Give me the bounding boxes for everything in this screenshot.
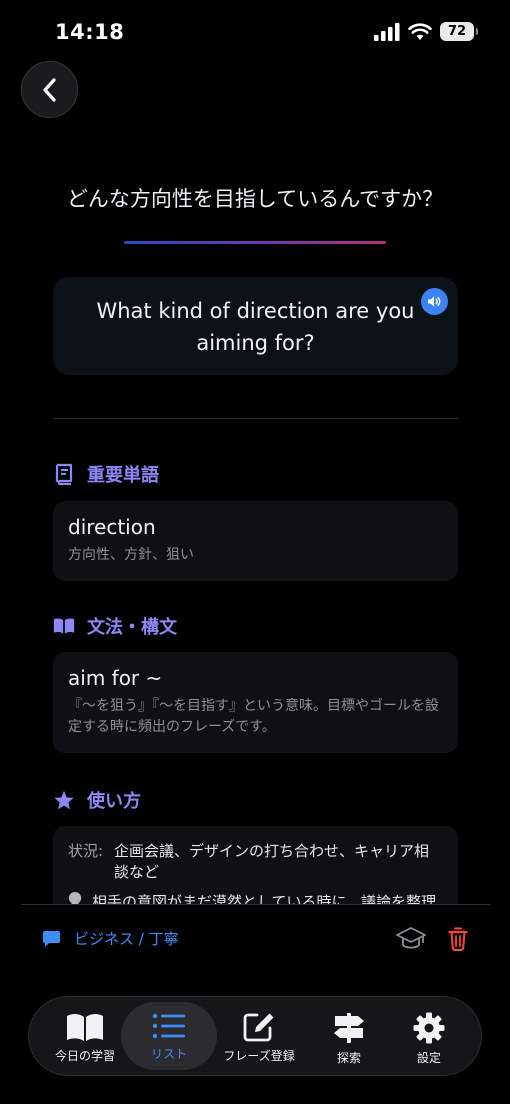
speaker-icon <box>428 296 441 307</box>
tab-explore-label: 探索 <box>336 1051 361 1065</box>
vocab-section-title: 重要単語 <box>87 465 159 486</box>
book-icon <box>53 463 75 485</box>
edit-icon <box>243 1013 274 1042</box>
signal-icon <box>374 22 400 41</box>
vocab-word: direction <box>68 515 156 539</box>
trash-icon <box>448 927 468 951</box>
footer-divider <box>21 904 490 905</box>
tab-register-phrase[interactable]: フレーズ登録 <box>211 1002 307 1070</box>
grammar-section-header: 文法・構文 <box>53 613 177 639</box>
battery-icon: 72 <box>440 22 478 41</box>
situation-label: 状況: <box>68 842 104 860</box>
usage-section-header: 使い方 <box>53 787 141 813</box>
grammar-explanation: 『〜を狙う』『〜を目指す』という意味。目標やゴールを設定する時に頻出のフレーズで… <box>68 698 439 735</box>
usage-tip-row: 相手の意図がまだ漠然としている時に、議論を整理 <box>68 891 443 904</box>
usage-section-title: 使い方 <box>87 791 141 812</box>
delete-button[interactable] <box>447 926 469 952</box>
chevron-left-icon <box>42 77 56 102</box>
english-phrase: What kind of direction are you aiming fo… <box>96 299 415 355</box>
status-icons: 72 <box>374 22 478 41</box>
tab-settings-label: 設定 <box>416 1051 441 1065</box>
status-bar: 14:18 72 <box>0 0 510 70</box>
book-open-icon <box>67 1014 103 1041</box>
usage-situation-row: 状況: 企画会議、デザインの打ち合わせ、キャリア相談など <box>68 841 443 883</box>
mark-learned-button[interactable] <box>395 924 427 954</box>
japanese-phrase: どんな方向性を目指しているんですか？ <box>66 187 444 211</box>
tab-today-label: 今日の学習 <box>54 1049 115 1063</box>
tab-register-phrase-label: フレーズ登録 <box>223 1049 295 1063</box>
tip-text: 相手の意図がまだ漠然としている時に、議論を整理 <box>92 893 437 904</box>
tab-list[interactable]: リスト <box>121 1002 217 1070</box>
lightbulb-icon <box>68 891 82 904</box>
category-tag-label: ビジネス / 丁寧 <box>74 930 179 948</box>
back-button[interactable] <box>21 61 78 118</box>
wifi-icon <box>408 22 432 40</box>
gradient-divider <box>124 241 386 244</box>
vocab-meaning: 方向性、方針、狙い <box>68 547 194 563</box>
star-icon <box>53 789 75 811</box>
battery-level: 72 <box>447 24 467 39</box>
chat-bubble-icon <box>43 930 60 947</box>
list-icon <box>152 1013 185 1039</box>
tab-today[interactable]: 今日の学習 <box>37 1002 133 1070</box>
category-tag[interactable]: ビジネス / 丁寧 <box>42 928 179 949</box>
tab-list-label: リスト <box>150 1047 187 1061</box>
tab-bar: 今日の学習 リスト フレーズ登録 探索 設定 <box>28 996 482 1076</box>
tab-settings[interactable]: 設定 <box>381 1002 477 1070</box>
grammar-card: aim for ~ 『〜を狙う』『〜を目指す』という意味。目標やゴールを設定する… <box>53 652 458 753</box>
grammar-pattern: aim for ~ <box>68 666 163 690</box>
situation-text: 企画会議、デザインの打ち合わせ、キャリア相談など <box>114 842 430 881</box>
usage-card: 状況: 企画会議、デザインの打ち合わせ、キャリア相談など 相手の意図がまだ漠然と… <box>53 826 458 904</box>
vocab-section-header: 重要単語 <box>53 461 159 487</box>
grammar-section-title: 文法・構文 <box>87 617 177 638</box>
vocab-card: direction 方向性、方針、狙い <box>53 501 458 581</box>
section-divider <box>53 418 458 419</box>
open-book-icon <box>53 615 75 637</box>
signpost-icon <box>334 1013 364 1043</box>
speaker-button[interactable] <box>421 288 448 315</box>
graduation-cap-icon <box>396 927 426 949</box>
gear-icon <box>413 1012 445 1044</box>
english-translation-card: What kind of direction are you aiming fo… <box>53 277 458 375</box>
status-time: 14:18 <box>55 20 125 44</box>
